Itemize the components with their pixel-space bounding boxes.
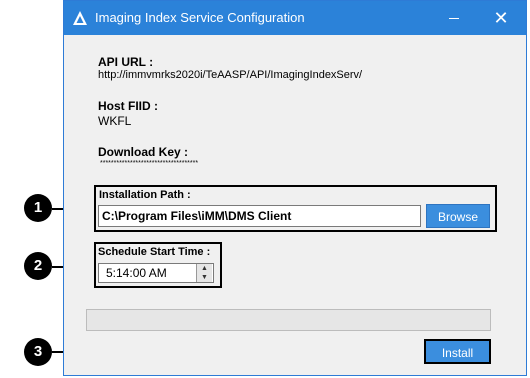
download-key-label: Download Key : [98, 145, 189, 159]
api-url-label: API URL : [98, 55, 154, 69]
close-icon[interactable]: ✕ [478, 1, 524, 35]
callout-badge-2: 2 [24, 252, 52, 280]
install-button[interactable]: Install [424, 339, 491, 364]
title-bar[interactable]: Imaging Index Service Configuration ✕ [64, 1, 526, 35]
download-key-value: ************************************ [100, 160, 199, 167]
browse-button[interactable]: Browse [426, 204, 490, 228]
host-fiid-label: Host FIID : [98, 99, 158, 113]
host-fiid-value: WKFL [98, 114, 132, 128]
installation-path-input[interactable]: C:\Program Files\iMM\DMS Client [98, 205, 421, 227]
spin-down-icon[interactable]: ▼ [197, 273, 212, 282]
minimize-icon[interactable] [431, 1, 477, 35]
callout-badge-1: 1 [24, 194, 52, 222]
schedule-label: Schedule Start Time : [98, 246, 211, 258]
callout-badge-3: 3 [24, 338, 52, 366]
api-url-value: http://immvmrks2020i/TeAASP/API/ImagingI… [98, 69, 363, 81]
install-progress-bar [86, 309, 491, 331]
window-title: Imaging Index Service Configuration [95, 10, 305, 25]
triangle-logo-icon [73, 11, 87, 25]
spin-up-icon[interactable]: ▲ [197, 264, 212, 273]
installation-path-label: Installation Path : [99, 189, 191, 201]
time-spinner[interactable]: ▲ ▼ [196, 264, 212, 282]
